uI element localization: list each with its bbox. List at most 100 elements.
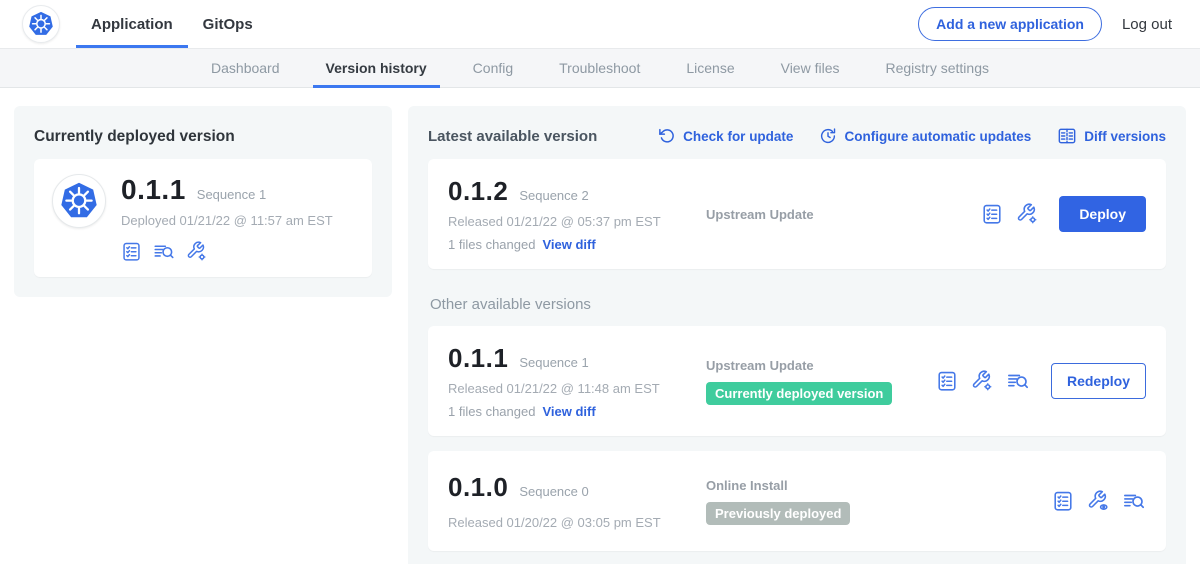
update-actions: Check for update Configure automatic upd…: [658, 126, 1166, 146]
app-subnav: Dashboard Version history Config Trouble…: [0, 48, 1200, 88]
version-row: 0.1.2 Sequence 2: [448, 176, 706, 207]
version-card-0-1-2: 0.1.2 Sequence 2 Released 01/21/22 @ 05:…: [428, 159, 1166, 269]
version-info: 0.1.1 Sequence 1 Released 01/21/22 @ 11:…: [448, 343, 706, 419]
sequence-label: Sequence 2: [519, 188, 588, 203]
top-nav: Application GitOps Add a new application…: [0, 0, 1200, 48]
kubernetes-icon: [58, 180, 100, 222]
released-date: Released 01/21/22 @ 11:48 am EST: [448, 381, 706, 396]
deployed-version-info: 0.1.1 Sequence 1 Deployed 01/21/22 @ 11:…: [121, 174, 333, 262]
deploy-button[interactable]: Deploy: [1059, 196, 1146, 232]
view-config-wrench-eye-icon[interactable]: [1087, 490, 1109, 512]
version-number: 0.1.0: [448, 472, 508, 503]
configure-automatic-updates-link[interactable]: Configure automatic updates: [819, 127, 1031, 145]
tab-application[interactable]: Application: [76, 0, 188, 48]
version-actions: [1052, 490, 1146, 512]
redeploy-button[interactable]: Redeploy: [1051, 363, 1146, 399]
subnav-tab-troubleshoot[interactable]: Troubleshoot: [536, 49, 663, 87]
subnav-tab-label: License: [686, 60, 734, 76]
edit-config-wrench-gear-icon[interactable]: [1016, 203, 1038, 225]
files-changed-label: 1 files changed: [448, 404, 535, 419]
released-date: Released 01/21/22 @ 05:37 pm EST: [448, 214, 706, 229]
latest-available-title: Latest available version: [428, 128, 597, 145]
tab-application-label: Application: [91, 16, 173, 33]
subnav-tab-dashboard[interactable]: Dashboard: [188, 49, 303, 87]
app-logo: [52, 174, 106, 228]
version-source: Online Install Previously deployed: [706, 478, 1052, 525]
subnav-tab-registry-settings[interactable]: Registry settings: [863, 49, 1012, 87]
available-panel-header: Latest available version Check for updat…: [428, 126, 1166, 146]
subnav-tab-version-history[interactable]: Version history: [303, 49, 450, 87]
version-card-0-1-0: 0.1.0 Sequence 0 Released 01/20/22 @ 03:…: [428, 451, 1166, 551]
logout-link[interactable]: Log out: [1122, 16, 1172, 33]
action-label: Diff versions: [1084, 129, 1166, 144]
sequence-label: Sequence 0: [519, 484, 588, 499]
subnav-tab-license[interactable]: License: [663, 49, 757, 87]
version-number: 0.1.1: [121, 174, 186, 206]
kubernetes-icon: [27, 10, 55, 38]
subnav-tab-label: Registry settings: [886, 60, 989, 76]
sequence-label: Sequence 1: [519, 355, 588, 370]
available-versions-panel: Latest available version Check for updat…: [408, 106, 1186, 564]
view-diff-link[interactable]: View diff: [542, 237, 595, 252]
sequence-label: Sequence 1: [197, 187, 266, 202]
view-logs-icon[interactable]: [152, 241, 176, 262]
preflight-checklist-icon[interactable]: [936, 370, 958, 392]
view-diff-link[interactable]: View diff: [542, 404, 595, 419]
tab-gitops[interactable]: GitOps: [188, 0, 268, 48]
subnav-tab-label: Version history: [326, 60, 427, 76]
edit-config-wrench-gear-icon[interactable]: [971, 370, 993, 392]
preflight-checklist-icon[interactable]: [121, 241, 142, 262]
deployed-date: Deployed 01/21/22 @ 11:57 am EST: [121, 213, 333, 228]
currently-deployed-panel: Currently deployed version 0.1.1 Sequenc…: [14, 106, 392, 297]
version-number: 0.1.1: [448, 343, 508, 374]
version-actions: Deploy: [981, 196, 1146, 232]
edit-config-wrench-gear-icon[interactable]: [186, 241, 207, 262]
source-label: Upstream Update: [706, 358, 936, 373]
main-content: Currently deployed version 0.1.1 Sequenc…: [0, 88, 1200, 564]
check-for-update-link[interactable]: Check for update: [658, 127, 793, 145]
view-logs-icon[interactable]: [1006, 370, 1030, 392]
subnav-tab-config[interactable]: Config: [450, 49, 536, 87]
refresh-icon: [658, 127, 676, 145]
action-label: Configure automatic updates: [844, 129, 1031, 144]
view-logs-icon[interactable]: [1122, 490, 1146, 512]
diff-versions-link[interactable]: Diff versions: [1057, 126, 1166, 146]
files-changed-label: 1 files changed: [448, 237, 535, 252]
released-date: Released 01/20/22 @ 03:05 pm EST: [448, 515, 706, 530]
subnav-tab-view-files[interactable]: View files: [758, 49, 863, 87]
preflight-checklist-icon[interactable]: [981, 203, 1003, 225]
source-label: Upstream Update: [706, 207, 981, 222]
diff-columns-icon: [1057, 126, 1077, 146]
files-changed-row: 1 files changed View diff: [448, 237, 706, 252]
version-row: 0.1.1 Sequence 1: [448, 343, 706, 374]
deployed-version-card: 0.1.1 Sequence 1 Deployed 01/21/22 @ 11:…: [34, 159, 372, 277]
currently-deployed-badge: Currently deployed version: [706, 382, 892, 405]
version-info: 0.1.2 Sequence 2 Released 01/21/22 @ 05:…: [448, 176, 706, 252]
version-source: Upstream Update: [706, 207, 981, 222]
subnav-tab-label: View files: [781, 60, 840, 76]
subnav-tab-label: Troubleshoot: [559, 60, 640, 76]
version-source: Upstream Update Currently deployed versi…: [706, 358, 936, 405]
version-row: 0.1.1 Sequence 1: [121, 174, 333, 206]
version-info: 0.1.0 Sequence 0 Released 01/20/22 @ 03:…: [448, 472, 706, 530]
subnav-tab-label: Dashboard: [211, 60, 280, 76]
deployed-panel-title: Currently deployed version: [34, 128, 372, 146]
other-versions-title: Other available versions: [430, 296, 1166, 313]
files-changed-row: 1 files changed View diff: [448, 404, 706, 419]
action-label: Check for update: [683, 129, 793, 144]
preflight-checklist-icon[interactable]: [1052, 490, 1074, 512]
add-application-button[interactable]: Add a new application: [918, 7, 1102, 41]
top-nav-spacer: [268, 0, 918, 48]
tab-gitops-label: GitOps: [203, 16, 253, 33]
clock-refresh-icon: [819, 127, 837, 145]
version-row: 0.1.0 Sequence 0: [448, 472, 706, 503]
version-card-0-1-1: 0.1.1 Sequence 1 Released 01/21/22 @ 11:…: [428, 326, 1166, 436]
version-actions: Redeploy: [936, 363, 1146, 399]
subnav-tab-label: Config: [473, 60, 513, 76]
kubernetes-logo[interactable]: [22, 5, 60, 43]
version-action-icons: [121, 241, 333, 262]
source-label: Online Install: [706, 478, 1052, 493]
version-number: 0.1.2: [448, 176, 508, 207]
previously-deployed-badge: Previously deployed: [706, 502, 850, 525]
top-tab-bar: Application GitOps: [76, 0, 268, 48]
